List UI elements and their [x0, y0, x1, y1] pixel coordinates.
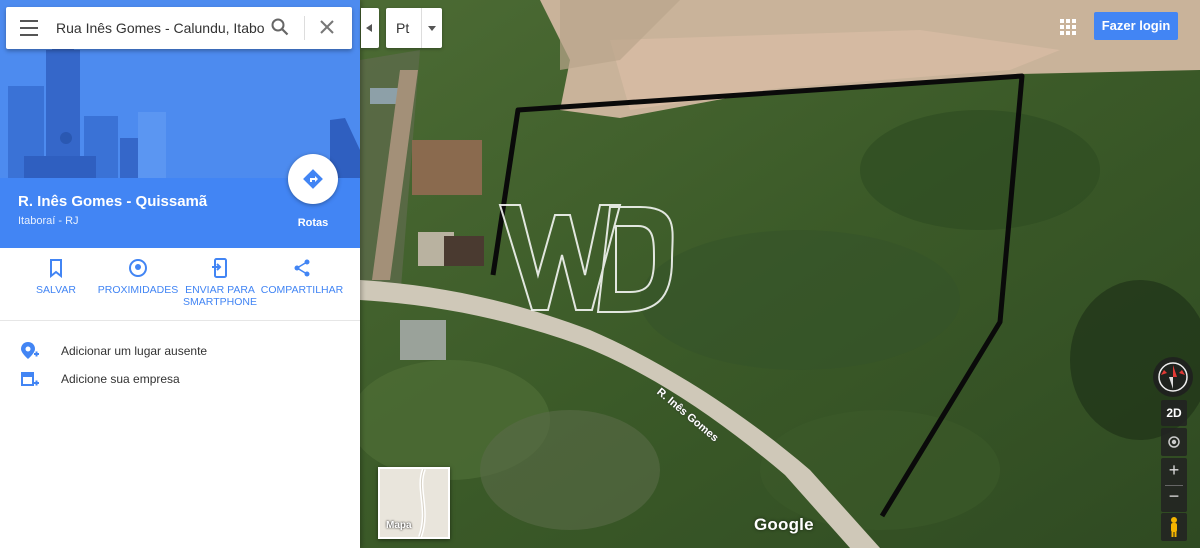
add-business-item[interactable]: Adicione sua empresa	[0, 365, 360, 393]
bookmark-icon	[50, 259, 62, 278]
search-icon[interactable]	[271, 18, 289, 36]
save-label: SALVAR	[36, 284, 76, 296]
satellite-map[interactable]	[360, 0, 1200, 548]
close-icon[interactable]	[319, 19, 335, 35]
routes-label[interactable]: Rotas	[280, 217, 346, 229]
map-thumbnail-label: Mapa	[386, 520, 412, 531]
collapse-panel-button[interactable]	[361, 8, 379, 48]
search-box	[6, 7, 352, 49]
zoom-in-button[interactable]: +	[1161, 460, 1187, 481]
search-input[interactable]	[56, 17, 264, 39]
action-bar: SALVAR PROXIMIDADES ENVIAR PARA SMARTPHO…	[0, 248, 360, 321]
nearby-label: PROXIMIDADES	[97, 284, 179, 296]
language-divider	[421, 8, 422, 48]
pegman-icon	[1171, 517, 1177, 537]
my-location-button[interactable]	[1161, 428, 1187, 456]
add-missing-place-item[interactable]: Adicionar um lugar ausente	[0, 337, 360, 365]
send-to-phone-label: ENVIAR PARA SMARTPHONE	[183, 284, 257, 308]
add-place-icon	[21, 342, 39, 359]
my-location-icon	[1168, 436, 1180, 448]
share-icon	[294, 259, 310, 277]
add-business-icon	[21, 372, 39, 386]
zoom-out-button[interactable]: −	[1161, 486, 1187, 507]
share-button[interactable]: COMPARTILHAR	[259, 258, 345, 296]
chevron-left-icon	[366, 24, 372, 32]
chevron-down-icon	[428, 26, 436, 31]
satellite-imagery	[360, 0, 1200, 548]
directions-icon	[303, 169, 323, 189]
map-type-thumbnail[interactable]: Mapa	[378, 467, 450, 539]
share-label: COMPARTILHAR	[260, 284, 344, 296]
routes-button[interactable]	[288, 154, 338, 204]
google-logo: Google	[754, 515, 814, 534]
save-button[interactable]: SALVAR	[13, 258, 99, 296]
send-to-phone-icon	[212, 258, 227, 278]
compass-button[interactable]	[1153, 357, 1193, 397]
place-subtitle: Itaboraí - RJ	[18, 215, 79, 227]
login-button[interactable]: Fazer login	[1094, 12, 1178, 40]
zoom-controls: + −	[1161, 458, 1187, 512]
compass-icon	[1158, 362, 1188, 392]
apps-grid-icon[interactable]	[1060, 19, 1076, 35]
nearby-button[interactable]: PROXIMIDADES	[95, 258, 181, 296]
search-divider	[304, 16, 305, 40]
send-to-phone-button[interactable]: ENVIAR PARA SMARTPHONE	[177, 258, 263, 308]
add-missing-place-label: Adicionar um lugar ausente	[61, 344, 208, 358]
language-value: Pt	[396, 20, 410, 36]
pegman-button[interactable]	[1161, 513, 1187, 541]
side-panel: R. Inês Gomes - Quissamã Itaboraí - RJ R…	[0, 0, 360, 548]
place-title: R. Inês Gomes - Quissamã	[18, 193, 208, 210]
nearby-icon	[129, 259, 147, 277]
hamburger-menu-icon[interactable]	[20, 20, 38, 36]
view-2d-toggle[interactable]: 2D	[1161, 400, 1187, 426]
language-select[interactable]: Pt	[386, 8, 442, 48]
add-business-label: Adicione sua empresa	[61, 372, 180, 386]
